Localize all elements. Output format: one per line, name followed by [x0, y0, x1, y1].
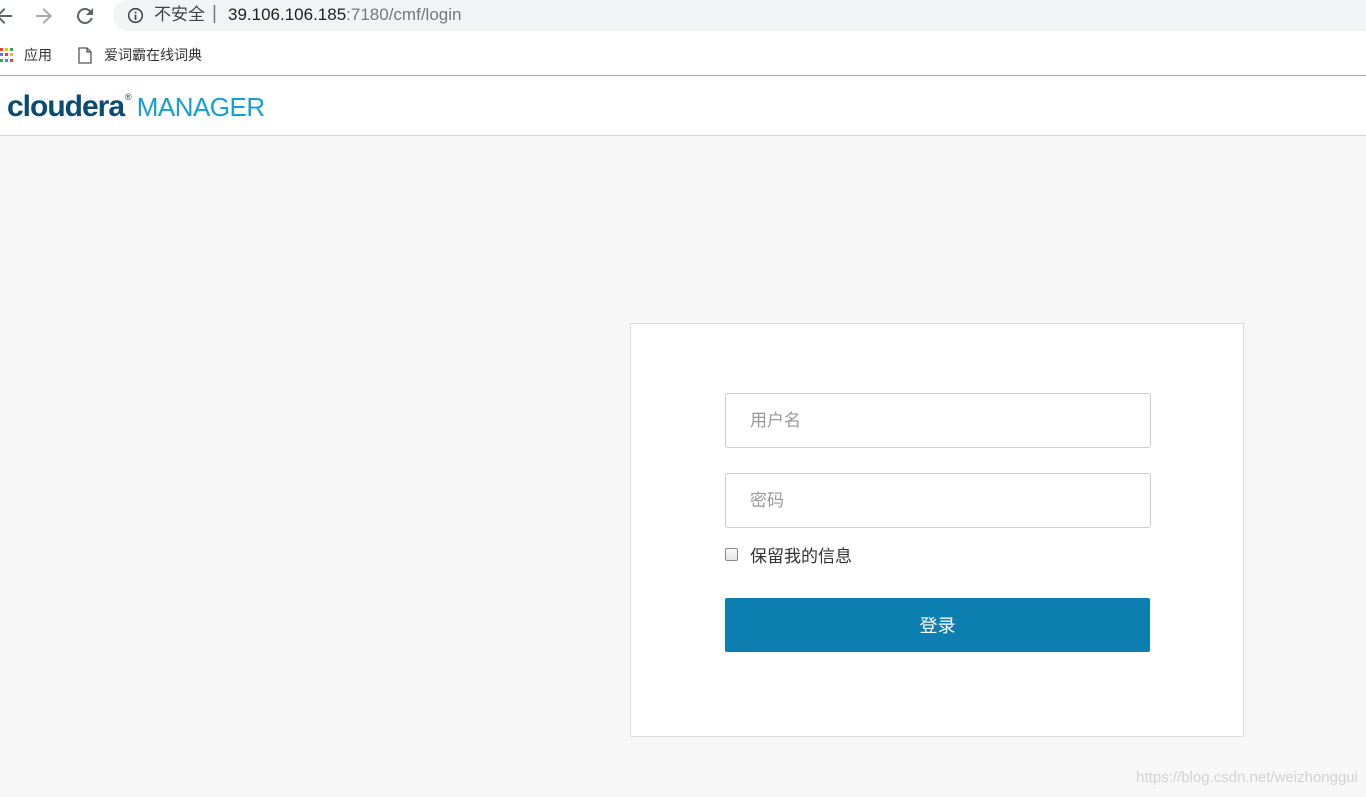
apps-grid-dot: [10, 53, 13, 57]
apps-grid-dot: [0, 58, 3, 62]
apps-grid-dot: [5, 48, 8, 51]
info-icon[interactable]: [127, 7, 144, 24]
bookmark-label: 应用: [24, 48, 52, 64]
browser-toolbar: 不安全 | 39.106.106.185:7180/cmf/login: [0, 0, 1366, 33]
watermark: https://blog.csdn.net/weizhonggui: [1136, 769, 1358, 786]
url-separator: |: [212, 3, 217, 24]
password-input[interactable]: [725, 473, 1151, 528]
apps-grid-dot: [5, 53, 8, 57]
remember-checkbox[interactable]: [725, 548, 738, 561]
cloudera-manager-logo: cloudera ® MANAGER: [7, 90, 265, 124]
bookmarks-bar: 应用 爱词霸在线词典: [0, 33, 1366, 76]
bookmark-iciba[interactable]: 爱词霸在线词典: [78, 45, 202, 65]
back-arrow-icon[interactable]: [0, 4, 16, 28]
page-icon: [78, 46, 92, 64]
insecure-label: 不安全: [154, 5, 205, 25]
apps-grid-dot: [10, 48, 13, 51]
forward-arrow-icon[interactable]: [32, 4, 56, 28]
url-path: :7180/cmf/login: [346, 5, 462, 24]
apps-grid-icon: [0, 48, 14, 62]
reload-icon[interactable]: [73, 4, 97, 28]
login-panel: 保留我的信息 登录: [630, 323, 1244, 737]
remember-label: 保留我的信息: [750, 547, 852, 567]
apps-grid-dot: [10, 58, 13, 62]
bookmark-apps[interactable]: 应用: [0, 45, 52, 65]
logo-product: MANAGER: [136, 92, 265, 122]
remember-me[interactable]: 保留我的信息: [725, 542, 852, 567]
logo-registered-mark: ®: [125, 92, 132, 102]
apps-grid-dot: [5, 58, 8, 62]
url-text[interactable]: 39.106.106.185:7180/cmf/login: [228, 5, 461, 25]
url-host: 39.106.106.185: [228, 5, 347, 24]
username-input[interactable]: [725, 393, 1151, 448]
logo-brand: cloudera: [7, 90, 125, 123]
bookmark-label: 爱词霸在线词典: [104, 48, 202, 64]
app-header: cloudera ® MANAGER: [0, 77, 1366, 136]
login-button[interactable]: 登录: [725, 598, 1150, 652]
address-bar[interactable]: 不安全 | 39.106.106.185:7180/cmf/login: [113, 0, 1366, 31]
apps-grid-dot: [0, 53, 3, 57]
apps-grid-dot: [0, 48, 3, 51]
